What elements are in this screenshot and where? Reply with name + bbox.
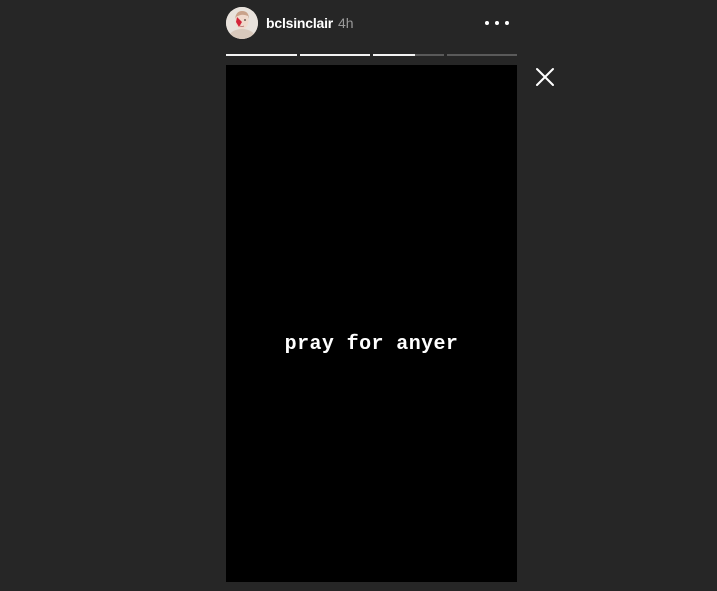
story-media[interactable]: pray for anyer <box>226 65 517 582</box>
more-options-button[interactable] <box>485 14 509 32</box>
story-header: bclsinclair 4h <box>226 6 517 40</box>
progress-segment <box>446 54 517 56</box>
progress-segment <box>299 54 370 56</box>
avatar-image <box>226 7 258 39</box>
progress-segment-fill <box>226 54 297 56</box>
story-caption: pray for anyer <box>284 333 459 356</box>
close-button[interactable] <box>534 66 556 88</box>
close-icon <box>536 68 554 86</box>
progress-segment <box>226 54 297 56</box>
more-dot <box>495 21 499 25</box>
story-viewer: bclsinclair 4h pray for anyer <box>0 0 717 591</box>
more-dot <box>505 21 509 25</box>
username-link[interactable]: bclsinclair <box>266 15 333 31</box>
progress-segment-fill <box>299 54 370 56</box>
avatar[interactable] <box>226 7 258 39</box>
progress-segment <box>373 54 444 56</box>
story-progress-bar <box>226 54 517 56</box>
more-dot <box>485 21 489 25</box>
story-timestamp: 4h <box>338 15 354 31</box>
progress-segment-fill <box>373 54 416 56</box>
